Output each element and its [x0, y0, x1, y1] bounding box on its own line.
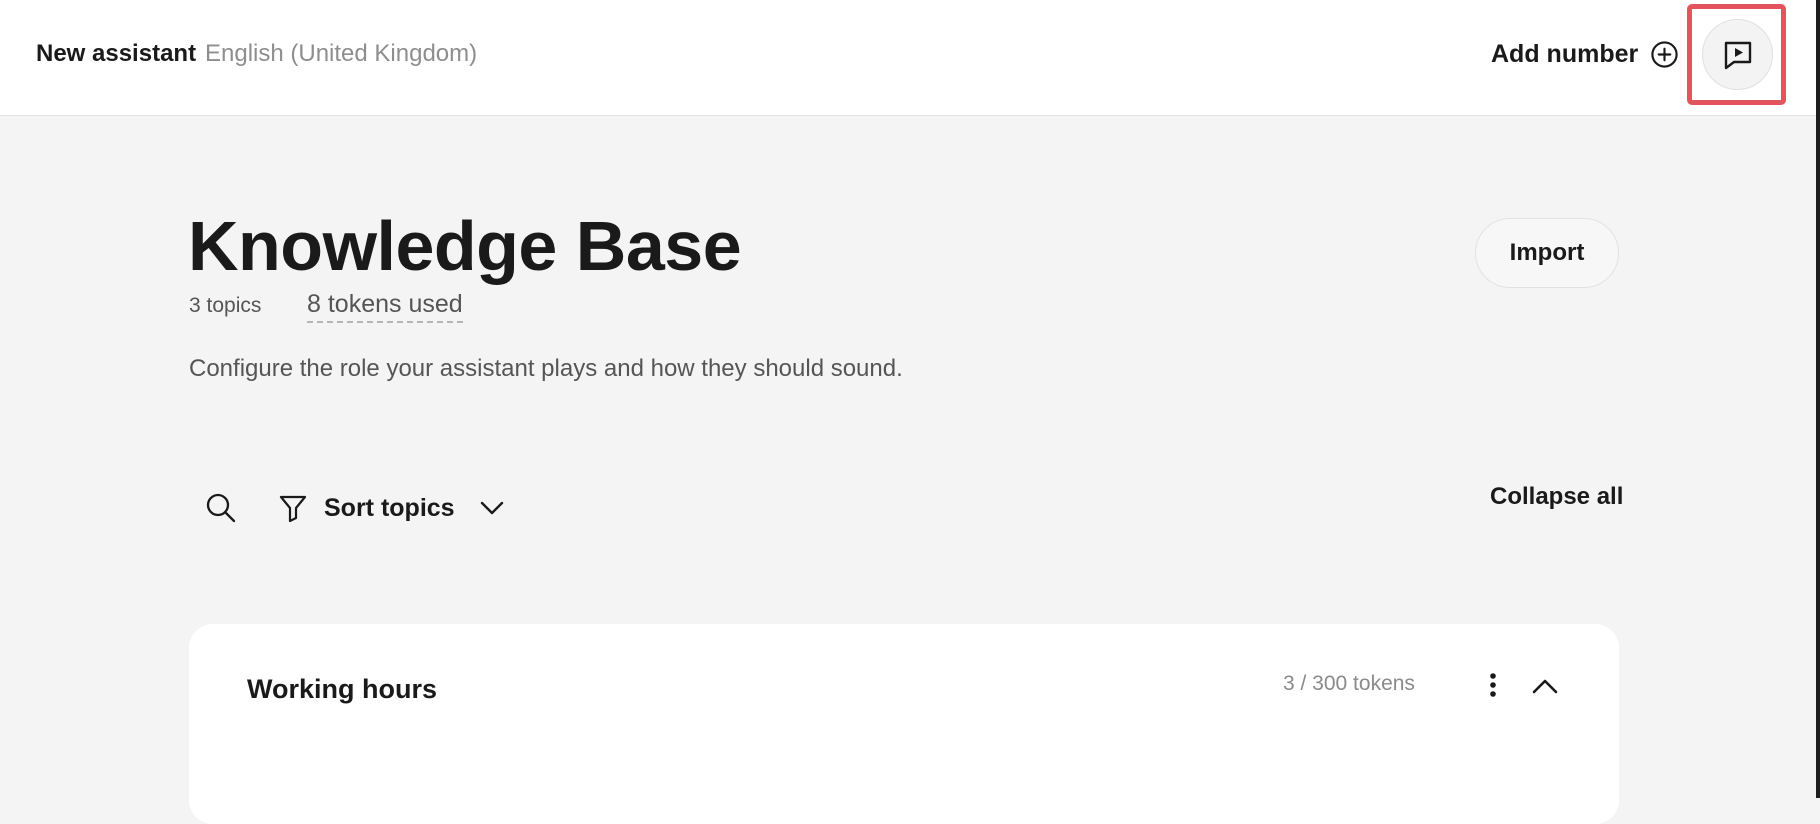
- window-edge: [1816, 0, 1820, 798]
- filter-icon: [279, 495, 307, 523]
- topic-count: 3 topics: [189, 294, 262, 317]
- tokens-used-link[interactable]: 8 tokens used: [307, 290, 463, 323]
- topic-title[interactable]: Working hours: [247, 674, 437, 705]
- plus-circle-icon: [1651, 40, 1678, 68]
- topic-token-count: 3 / 300 tokens: [1283, 672, 1415, 695]
- chevron-up-icon[interactable]: [1530, 672, 1560, 702]
- top-bar: New assistant English (United Kingdom) A…: [0, 0, 1816, 116]
- page-title: Knowledge Base: [188, 207, 742, 285]
- add-number-button[interactable]: Add number: [1491, 36, 1679, 72]
- topic-card: Working hours 3 / 300 tokens: [189, 624, 1619, 824]
- assistant-locale[interactable]: English (United Kingdom): [205, 40, 477, 68]
- sort-topics-label: Sort topics: [324, 493, 455, 522]
- add-number-label: Add number: [1491, 39, 1639, 68]
- assistant-name[interactable]: New assistant: [36, 40, 196, 68]
- more-vertical-icon: [1490, 673, 1496, 697]
- preview-chat-button[interactable]: [1702, 19, 1773, 90]
- search-icon[interactable]: [204, 491, 238, 525]
- sort-topics-dropdown[interactable]: Sort topics: [278, 490, 505, 526]
- chat-play-icon: [1724, 41, 1751, 69]
- topic-menu-button[interactable]: [1483, 670, 1503, 700]
- page-description: Configure the role your assistant plays …: [189, 355, 903, 382]
- chevron-down-icon: [480, 501, 503, 515]
- collapse-all-button[interactable]: Collapse all: [1490, 483, 1623, 511]
- import-button[interactable]: Import: [1475, 218, 1619, 288]
